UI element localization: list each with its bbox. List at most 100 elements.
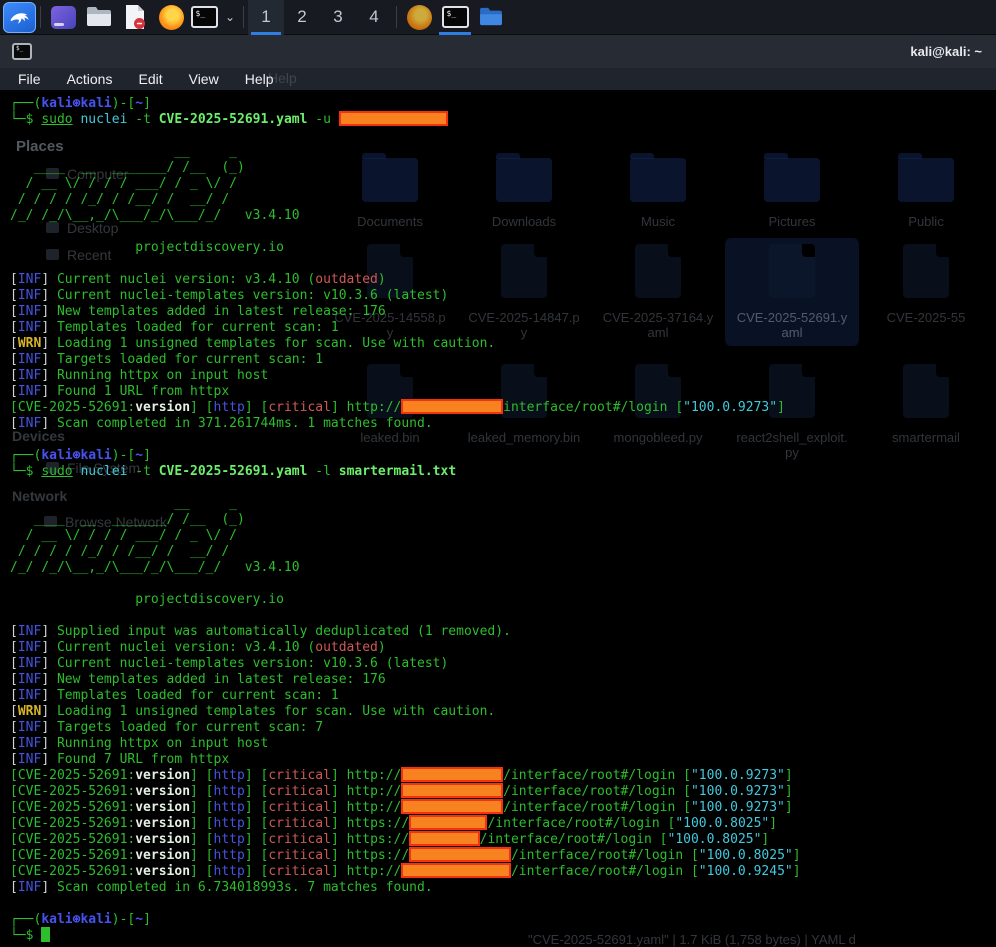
terminal-text: ] [331,784,347,799]
terminal-launcher-dropdown[interactable]: ⌄ [219,0,239,35]
terminal-line: [CVE-2025-52691:version] [http] [critica… [10,400,801,416]
taskbar-separator [40,6,41,28]
terminal-titlebar[interactable]: $_ kali@kali: ~ [0,35,996,68]
redaction-box [401,399,503,414]
terminal-text: https:// [347,816,410,831]
terminal-text: WRN [18,336,41,351]
terminal-text: Scan completed in 371.261744ms. 1 matche… [57,416,433,431]
terminal-text: interface/root#/login [503,400,675,415]
terminal-text: ] [143,96,151,111]
terminal-line: [INF] Current nuclei-templates version: … [10,656,801,672]
terminal-text: [ [683,784,691,799]
terminal-text: [ [675,400,683,415]
workspace-button-3[interactable]: 3 [320,0,356,35]
kali-menu-button[interactable] [0,0,36,35]
terminal-text: [CVE-2025-52691: [10,768,135,783]
terminal-text: INF [18,624,41,639]
terminal-line: [CVE-2025-52691:version] [http] [critica… [10,800,801,816]
bg-ghost-menu-help: Help [268,70,297,86]
file-icon [903,244,949,298]
taskbar-window-files[interactable] [473,0,509,35]
terminal-text: "100.0.9273" [691,800,785,815]
terminal-text: [ [10,368,18,383]
terminal-line: [INF] Supplied input was automatically d… [10,624,801,640]
terminal-text: http:// [347,784,402,799]
taskbar-window-firefox[interactable] [401,0,437,35]
terminal-icon: $_ [442,6,469,28]
terminal-text: [CVE-2025-52691: [10,816,135,831]
terminal-text: __ _ [10,496,237,511]
terminal-text: Current nuclei-templates version: v10.3.… [57,288,448,303]
terminal-text: /interface/root#/login [487,816,667,831]
terminal-text: Loading 1 unsigned templates for scan. U… [57,336,495,351]
menu-file[interactable]: File [18,71,41,87]
terminal-text: -t [127,464,158,479]
terminal-menubar: Help FileActionsEditViewHelp [0,68,996,90]
terminal-text: -u [307,112,338,127]
terminal-text: INF [18,352,41,367]
menu-edit[interactable]: Edit [138,71,162,87]
terminal-text: ] [ [245,784,268,799]
terminal-line: [INF] Running httpx on input host [10,736,801,752]
workspace-button-4[interactable]: 4 [356,0,392,35]
terminal-line: [INF] Current nuclei version: v3.4.10 (o… [10,272,801,288]
terminal-line: / / / / /_/ / /__/ / __/ / [10,544,801,560]
terminal-text: sudo [41,464,72,479]
terminal-text: ~ [135,912,143,927]
terminal-text: / __ \/ / / / ___/ / _ \/ / [10,176,237,191]
text-editor-launcher[interactable] [117,0,153,35]
terminal-text: / / / / /_/ / /__/ / __/ / [10,544,229,559]
window-manager-launcher[interactable] [45,0,81,35]
terminal-text: ] [331,848,347,863]
terminal-text: ] [41,384,57,399]
file-manager-launcher[interactable] [81,0,117,35]
terminal-text: Current nuclei version: v3.4.10 ( [57,272,315,287]
terminal-text: critical [268,784,331,799]
terminal-launcher[interactable]: $_ [189,0,219,35]
terminal-text: ] [41,640,57,655]
terminal-line: [INF] Targets loaded for current scan: 7 [10,720,801,736]
terminal-line: └─$ [10,928,801,944]
taskbar-window-terminal[interactable]: $_ [437,0,473,35]
firefox-icon [159,5,184,30]
terminal-text: kali⊛kali [41,96,111,111]
redaction-box [339,111,449,126]
terminal-text: [ [10,704,18,719]
terminal-text: ] [41,656,57,671]
terminal-line: [WRN] Loading 1 unsigned templates for s… [10,336,801,352]
terminal-text: INF [18,720,41,735]
terminal-text: INF [18,384,41,399]
terminal-text: ] [ [245,816,268,831]
terminal-text: outdated [315,272,378,287]
terminal-icon: $_ [191,6,218,28]
terminal-body[interactable]: Places Computer Desktop Recent Devices F… [0,90,996,947]
terminal-line: [CVE-2025-52691:version] [http] [critica… [10,768,801,784]
terminal-line: [CVE-2025-52691:version] [http] [critica… [10,864,801,880]
redaction-box [401,767,503,782]
terminal-text: Current nuclei-templates version: v10.3.… [57,656,448,671]
workspace-switcher: 1234 [248,0,392,35]
terminal-text: ┌──( [10,912,41,927]
terminal-line: [INF] Templates loaded for current scan:… [10,688,801,704]
terminal-text: ] [41,288,57,303]
terminal-text: outdated [315,640,378,655]
terminal-text: ] [ [245,864,268,879]
terminal-text: http [214,816,245,831]
terminal-text: ] [331,832,347,847]
workspace-button-2[interactable]: 2 [284,0,320,35]
terminal-line: ____ __ _______/ /__ (_) [10,160,801,176]
workspace-button-1[interactable]: 1 [248,0,284,35]
terminal-text: ] [331,800,347,815]
terminal-text: INF [18,288,41,303]
terminal-text: [ [691,848,699,863]
terminal-text: ┌──( [10,448,41,463]
firefox-launcher[interactable] [153,0,189,35]
terminal-text: nuclei [80,112,127,127]
terminal-text: critical [268,768,331,783]
terminal-text: "100.0.9245" [699,864,793,879]
terminal-text: /interface/root#/login [511,864,691,879]
terminal-text: [ [10,880,18,895]
menu-view[interactable]: View [189,71,219,87]
terminal-line: └─$ sudo nuclei -t CVE-2025-52691.yaml -… [10,464,801,480]
menu-actions[interactable]: Actions [67,71,113,87]
